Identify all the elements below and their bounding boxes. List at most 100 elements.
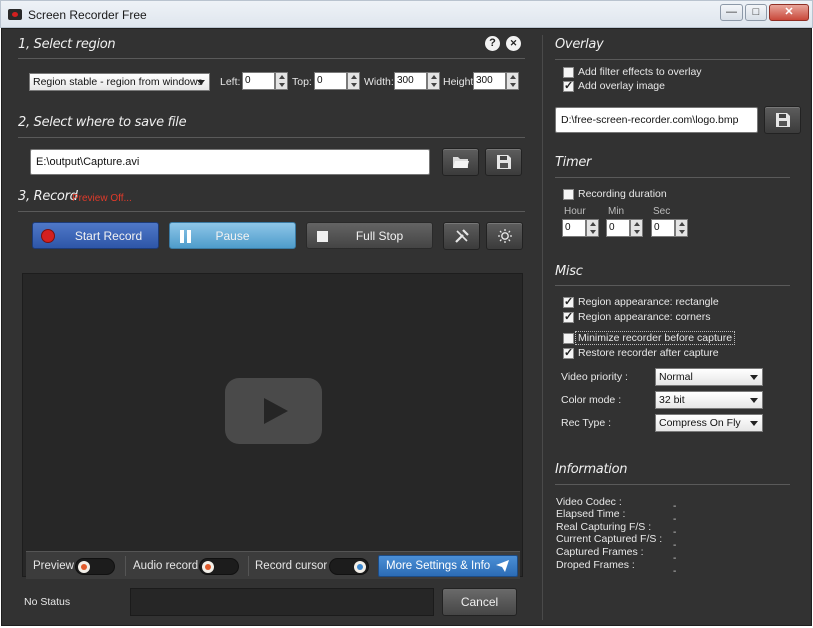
spin-buttons[interactable] (630, 219, 643, 237)
region-rectangle-label: Region appearance: rectangle (578, 296, 719, 308)
chevron-down-icon (750, 375, 758, 380)
min-stepper[interactable]: 0 (606, 219, 643, 237)
video-priority-select[interactable]: Normal (655, 368, 763, 386)
spin-buttons[interactable] (506, 72, 519, 90)
filter-effects-checkbox[interactable] (563, 67, 574, 78)
spin-buttons[interactable] (675, 219, 688, 237)
title-bar: Screen Recorder Free — □ ✕ (0, 0, 813, 28)
restore-after-capture-checkbox[interactable] (563, 346, 574, 359)
browse-folder-button[interactable] (442, 148, 479, 176)
help-icon[interactable]: ? (485, 36, 500, 51)
region-corners-checkbox[interactable] (563, 310, 574, 323)
height-label: Height: (443, 76, 477, 88)
separator (125, 556, 126, 576)
info-value: - (673, 566, 677, 577)
region-mode-value: Region stable - region from windows (33, 76, 203, 88)
start-record-button[interactable]: Start Record (32, 222, 159, 249)
rec-type-value: Compress On Fly (659, 417, 741, 429)
section-title-save-file: 2, Select where to save file (18, 115, 187, 130)
minimize-before-capture-checkbox[interactable] (563, 333, 574, 344)
brightness-button[interactable] (486, 222, 523, 250)
window-title: Screen Recorder Free (28, 8, 147, 22)
top-input[interactable]: 0 (314, 72, 347, 90)
info-label: Video Codec : (556, 496, 622, 508)
info-value: - (673, 540, 677, 551)
preview-area (22, 273, 523, 577)
region-rectangle-checkbox[interactable] (563, 295, 574, 308)
maximize-button[interactable]: □ (745, 4, 767, 21)
top-stepper[interactable]: 0 (314, 72, 361, 90)
video-priority-label: Video priority : (561, 371, 628, 383)
info-label: Captured Frames : (556, 546, 644, 558)
color-mode-value: 32 bit (659, 394, 685, 406)
preview-status-text: Preview Off... (72, 193, 132, 204)
audio-record-toggle[interactable] (199, 558, 239, 575)
section-title-record: 3, Record (18, 189, 78, 204)
chevron-down-icon (197, 80, 205, 85)
more-settings-button[interactable]: More Settings & Info (378, 555, 518, 577)
save-settings-button[interactable] (485, 148, 522, 176)
pause-button[interactable]: Pause (169, 222, 296, 249)
color-mode-label: Color mode : (561, 394, 622, 406)
app-icon (8, 9, 22, 20)
hour-input[interactable]: 0 (562, 219, 586, 237)
full-stop-button[interactable]: Full Stop (306, 222, 433, 249)
info-label: Droped Frames : (556, 559, 635, 571)
section-divider (555, 484, 790, 485)
section-divider (18, 211, 525, 212)
sec-input[interactable]: 0 (651, 219, 675, 237)
spin-buttons[interactable] (347, 72, 360, 90)
section-divider (555, 59, 790, 60)
video-priority-value: Normal (659, 371, 693, 383)
separator (248, 556, 249, 576)
record-cursor-toggle[interactable] (329, 558, 369, 575)
overlay-image-checkbox[interactable] (563, 79, 574, 92)
left-label: Left: (220, 76, 241, 88)
section-divider (18, 137, 525, 138)
height-stepper[interactable]: 300 (473, 72, 520, 90)
min-input[interactable]: 0 (606, 219, 630, 237)
options-toggle-bar: Preview Audio record Record cursor More … (26, 551, 520, 579)
info-value: - (673, 501, 677, 512)
recording-duration-label: Recording duration (578, 188, 667, 200)
close-icon[interactable]: ✕ (506, 36, 521, 51)
info-value: - (673, 514, 677, 525)
pause-label: Pause (215, 228, 250, 243)
record-cursor-toggle-label: Record cursor (255, 560, 328, 572)
spin-buttons[interactable] (427, 72, 440, 90)
overlay-image-path-input[interactable]: D:\free-screen-recorder.com\logo.bmp (555, 107, 758, 133)
info-value: - (673, 553, 677, 564)
tools-button[interactable] (443, 222, 480, 250)
main-window: 1, Select region ? ✕ Region stable - reg… (1, 28, 812, 626)
overlay-save-button[interactable] (764, 106, 801, 134)
section-title-overlay: Overlay (555, 37, 604, 52)
spin-buttons[interactable] (586, 219, 599, 237)
toggle-knob (202, 561, 214, 573)
rec-type-label: Rec Type : (561, 417, 611, 429)
left-stepper[interactable]: 0 (242, 72, 289, 90)
hour-stepper[interactable]: 0 (562, 219, 599, 237)
left-input[interactable]: 0 (242, 72, 275, 90)
rec-type-select[interactable]: Compress On Fly (655, 414, 763, 432)
info-label: Current Captured F/S : (556, 533, 663, 545)
recording-duration-checkbox[interactable] (563, 189, 574, 200)
region-mode-select[interactable]: Region stable - region from windows (29, 73, 210, 91)
sec-stepper[interactable]: 0 (651, 219, 688, 237)
top-label: Top: (292, 76, 312, 88)
folder-open-icon (452, 157, 469, 168)
color-mode-select[interactable]: 32 bit (655, 391, 763, 409)
more-settings-label: More Settings & Info (386, 560, 491, 572)
spin-buttons[interactable] (275, 72, 288, 90)
minimize-button[interactable]: — (720, 4, 743, 21)
height-input[interactable]: 300 (473, 72, 506, 90)
preview-toggle[interactable] (75, 558, 115, 575)
width-input[interactable]: 300 (394, 72, 427, 90)
width-stepper[interactable]: 300 (394, 72, 441, 90)
save-path-input[interactable]: E:\output\Capture.avi (30, 149, 430, 175)
toggle-knob (78, 561, 90, 573)
section-title-information: Information (555, 462, 628, 477)
cancel-button[interactable]: Cancel (442, 588, 517, 616)
close-window-button[interactable]: ✕ (769, 4, 809, 21)
full-stop-label: Full Stop (355, 228, 404, 243)
status-progress-field (130, 588, 434, 616)
